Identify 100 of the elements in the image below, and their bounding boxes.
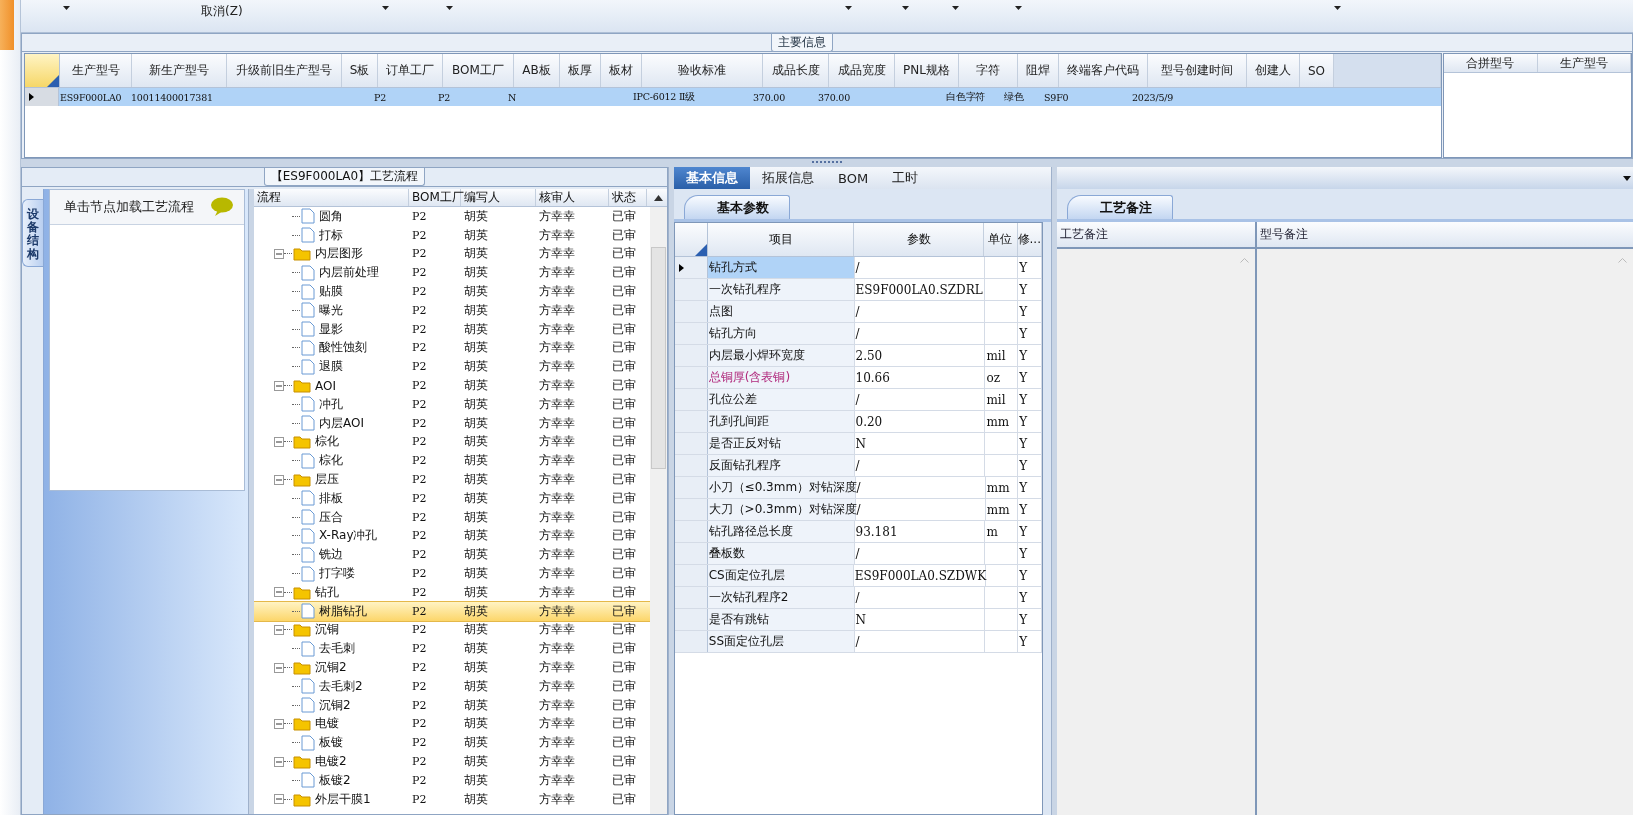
column-header[interactable]: 合拼型号 [1444,54,1538,72]
column-header[interactable]: 生产型号 [1537,54,1631,72]
tree-row[interactable]: 打字喽 P2 胡英 方幸幸 已审 [254,564,650,583]
column-header[interactable]: 流程 [254,189,409,206]
collapse-icon[interactable] [274,662,284,673]
collapse-icon[interactable] [274,624,284,635]
tree-row[interactable]: 棕化 P2 胡英 方幸幸 已审 [254,451,650,471]
column-header[interactable]: S板 [342,54,378,87]
collapse-icon[interactable] [274,436,284,447]
column-header[interactable]: 项目 [708,223,855,256]
caret-icon[interactable] [446,6,453,10]
tree-row[interactable]: 棕化 P2 胡英 方幸幸 已审 [254,432,650,452]
tree-row[interactable]: X-Ray冲孔 P2 胡英 方幸幸 已审 [254,526,650,546]
column-header[interactable]: 修... [1017,223,1042,256]
column-header[interactable]: 板材 [601,54,642,87]
caret-icon[interactable] [952,6,959,10]
collapse-icon[interactable] [274,380,284,391]
tree-row[interactable]: 外层干膜1 P2 胡英 方幸幸 已审 [254,789,650,809]
tree-row[interactable]: 内层图形 P2 胡英 方幸幸 已审 [254,244,650,264]
tab[interactable]: 拓展信息 [750,167,826,189]
column-header[interactable]: 状态 [609,189,647,206]
collapse-icon[interactable] [274,718,284,729]
caret-icon[interactable] [902,6,909,10]
tab[interactable]: 基本信息 [674,167,750,189]
tree-row[interactable]: 电镀 P2 胡英 方幸幸 已审 [254,714,650,734]
column-header[interactable]: 新生产型号 [132,54,227,87]
tree-row[interactable]: 沉铜2 P2 胡英 方幸幸 已审 [254,695,650,715]
caret-icon[interactable] [1623,175,1631,181]
tree-row[interactable]: 沉铜2 P2 胡英 方幸幸 已审 [254,658,650,677]
column-header[interactable]: 验收标准 [642,54,763,87]
splitter-handle[interactable] [248,189,254,814]
column-header[interactable]: 创建人 [1247,54,1300,87]
caret-icon[interactable] [382,6,389,10]
tree-row[interactable]: 沉铜 P2 胡英 方幸幸 已审 [254,620,650,640]
column-header[interactable]: 订单工厂 [378,54,443,87]
side-tab[interactable]: 设备结构 [22,199,43,267]
tree-row[interactable]: 打标 P2 胡英 方幸幸 已审 [254,225,650,245]
scrollbar-thumb[interactable] [651,247,666,469]
table-row[interactable]: ES9F000LA0 10011400017381 P2 P2 N IPC-6012 Ⅱ级 370.00 370.00 白色字符 绿色 S9F0 2023/5/9 [25,88,1441,106]
column-header[interactable]: 成品宽度 [829,54,895,87]
tree-row[interactable]: 去毛刺2 P2 胡英 方幸幸 已审 [254,676,650,696]
side-tab[interactable] [0,0,14,50]
column-header[interactable]: 参数 [854,223,985,256]
splitter-handle[interactable] [812,160,842,166]
tree-row[interactable]: 铣边 P2 胡英 方幸幸 已审 [254,545,650,565]
column-header[interactable]: 升级前旧生产型号 [227,54,342,87]
collapse-icon[interactable] [274,249,284,259]
table-cell: P2 [412,435,427,449]
caret-icon[interactable] [845,6,852,10]
column-header[interactable]: BOM工厂 [443,54,514,87]
tree-row[interactable]: 内层AOI P2 胡英 方幸幸 已审 [254,413,650,433]
table-cell: 方幸幸 [539,226,575,244]
tree-row[interactable]: 板镀 P2 胡英 方幸幸 已审 [254,733,650,753]
column-header[interactable]: 字符 [959,54,1018,87]
tree-row[interactable]: 显影 P2 胡英 方幸幸 已审 [254,319,650,339]
table-cell: 反面钻孔程序 [707,455,855,476]
column-header[interactable]: 核审人 [536,189,609,206]
tree-row[interactable]: 板镀2 P2 胡英 方幸幸 已审 [254,770,650,790]
tree-row[interactable]: 冲孔 P2 胡英 方幸幸 已审 [254,394,650,414]
tree-row[interactable]: 内层前处理 P2 胡英 方幸幸 已审 [254,263,650,283]
tree-row[interactable]: 层压 P2 胡英 方幸幸 已审 [254,470,650,489]
collapse-icon[interactable] [274,587,284,598]
collapse-icon[interactable] [274,794,284,805]
column-header[interactable]: 型号创建时间 [1148,54,1247,87]
collapse-icon[interactable] [274,756,284,767]
caret-icon[interactable] [1015,6,1022,10]
tree-row[interactable]: 圆角 P2 胡英 方幸幸 已审 [254,207,650,226]
splitter-handle[interactable] [668,167,674,815]
tree-row[interactable]: 曝光 P2 胡英 方幸幸 已审 [254,301,650,320]
column-header[interactable]: 单位 [984,223,1018,256]
tab[interactable]: 工时 [880,167,931,189]
column-header[interactable]: PNL规格 [895,54,959,87]
scroll-up-icon[interactable] [654,194,663,201]
column-header[interactable]: 终端客户代码 [1059,54,1148,87]
tree-row[interactable]: 电镀2 P2 胡英 方幸幸 已审 [254,752,650,771]
cancel-button[interactable]: 取消(Z) [201,3,243,20]
tree-row[interactable]: 去毛刺 P2 胡英 方幸幸 已审 [254,639,650,659]
caret-icon[interactable] [63,6,70,10]
tree-row[interactable]: 贴膜 P2 胡英 方幸幸 已审 [254,282,650,301]
column-header[interactable]: 成品长度 [763,54,829,87]
tab[interactable]: 工艺备注 [1067,195,1173,219]
text-area[interactable] [1257,249,1633,815]
tree-row[interactable]: 压合 P2 胡英 方幸幸 已审 [254,507,650,527]
tree-row[interactable]: 退膜 P2 胡英 方幸幸 已审 [254,357,650,377]
row-header[interactable] [675,257,708,278]
caret-icon[interactable] [1334,6,1341,10]
column-header[interactable]: 生产型号 [60,54,132,87]
tree-row[interactable]: 树脂钻孔 P2 胡英 方幸幸 已审 [254,601,650,621]
column-header[interactable]: AB板 [514,54,560,87]
column-header[interactable]: 板厚 [560,54,601,87]
splitter-handle[interactable] [1051,167,1057,815]
tree-row[interactable]: AOI P2 胡英 方幸幸 已审 [254,376,650,395]
tab[interactable]: BOM [826,167,881,189]
tree-row[interactable]: 排板 P2 胡英 方幸幸 已审 [254,488,650,508]
column-header[interactable]: 阻焊 [1018,54,1059,87]
tree-row[interactable]: 酸性蚀刻 P2 胡英 方幸幸 已审 [254,338,650,358]
text-area[interactable] [1057,249,1255,815]
tab[interactable]: 基本参数 [684,195,790,219]
collapse-icon[interactable] [274,474,284,485]
tree-row[interactable]: 钻孔 P2 胡英 方幸幸 已审 [254,582,650,602]
